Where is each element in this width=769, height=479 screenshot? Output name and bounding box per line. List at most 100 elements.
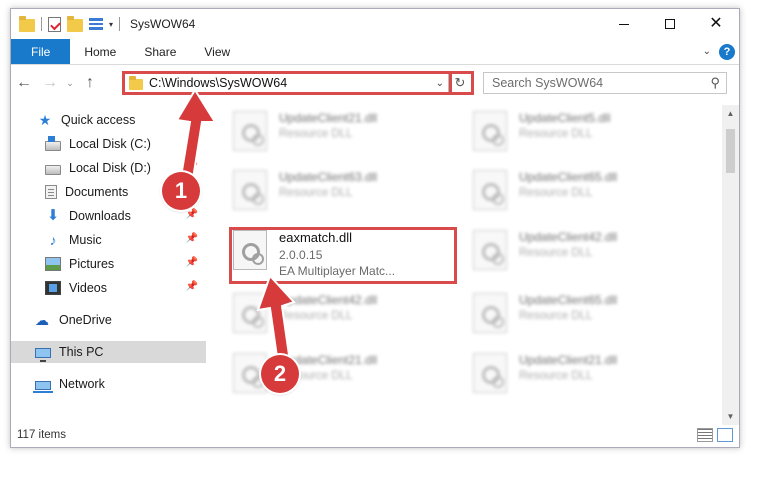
- maximize-button[interactable]: [647, 9, 693, 39]
- sidebar-item-this-pc[interactable]: This PC: [11, 341, 206, 363]
- pin-icon[interactable]: 📌: [186, 257, 198, 268]
- toolbar-divider: [119, 17, 121, 31]
- file-tile[interactable]: UpdateClient42.dll Resource DLL: [473, 230, 617, 278]
- ribbon-right: ⌄ ?: [703, 39, 739, 64]
- sidebar-item-label: Network: [59, 377, 105, 391]
- up-button[interactable]: ↑: [77, 74, 103, 92]
- view-switcher: [697, 428, 739, 442]
- file-tile[interactable]: UpdateClient21.dll Resource DLL: [473, 353, 617, 401]
- arrow-2-icon: [256, 276, 296, 366]
- dll-file-icon: [473, 293, 507, 333]
- dll-file-icon: [473, 170, 507, 210]
- step-2-badge: 2: [261, 355, 299, 393]
- computer-icon: [35, 347, 51, 362]
- search-icon: ⚲: [710, 75, 720, 90]
- sidebar-item-network[interactable]: Network: [11, 373, 206, 395]
- search-placeholder[interactable]: Search SysWOW64: [492, 76, 603, 90]
- large-icons-view-icon[interactable]: [717, 428, 733, 442]
- recent-locations-button[interactable]: ⌄: [63, 78, 77, 89]
- drive-icon: [45, 135, 61, 151]
- expand-ribbon-icon[interactable]: ⌄: [703, 46, 711, 57]
- file-type: Resource DLL: [519, 370, 593, 382]
- dll-file-icon: [473, 353, 507, 393]
- dll-file-icon: [233, 111, 267, 151]
- file-type: Resource DLL: [519, 247, 593, 259]
- dll-file-icon: [233, 170, 267, 210]
- file-tile[interactable]: UpdateClient63.dll Resource DLL: [233, 170, 377, 218]
- file-tile[interactable]: UpdateClient21.dll Resource DLL: [233, 111, 377, 159]
- drive-icon: [45, 164, 61, 175]
- address-dropdown-icon[interactable]: ⌄: [432, 78, 448, 89]
- sidebar-item-label: Downloads: [69, 209, 131, 223]
- help-icon[interactable]: ?: [719, 43, 735, 60]
- minimize-icon: [619, 23, 629, 25]
- tab-share[interactable]: Share: [130, 39, 190, 64]
- search-box[interactable]: Search SysWOW64 ⚲: [483, 72, 727, 94]
- pin-icon[interactable]: 📌: [186, 233, 198, 244]
- file-type: Resource DLL: [519, 128, 593, 140]
- new-folder-icon[interactable]: [67, 15, 83, 32]
- sidebar-item-label: Local Disk (C:): [69, 137, 151, 151]
- scroll-up-icon[interactable]: ▲: [722, 105, 739, 122]
- close-button[interactable]: ✕: [693, 9, 739, 39]
- file-tile[interactable]: UpdateClient65.dll Resource DLL: [473, 293, 617, 341]
- sidebar-item-label: Videos: [69, 281, 107, 295]
- item-count: 117 items: [17, 429, 67, 441]
- file-type: Resource DLL: [519, 187, 593, 199]
- sidebar-item-label: Documents: [65, 185, 129, 199]
- sidebar-item-label: Local Disk (D:): [69, 161, 151, 175]
- sidebar-item-label: Music: [69, 233, 102, 247]
- quick-access-toolbar: ▾: [11, 9, 121, 39]
- sidebar-item-label: Quick access: [61, 113, 136, 127]
- forward-button[interactable]: →: [37, 74, 63, 92]
- network-icon: [33, 380, 53, 393]
- pin-icon[interactable]: 📌: [186, 281, 198, 292]
- details-view-icon[interactable]: [697, 428, 713, 442]
- address-path[interactable]: C:\Windows\SysWOW64: [149, 76, 432, 90]
- download-icon: ⬇: [46, 207, 60, 224]
- file-name: UpdateClient65.dll: [519, 293, 618, 307]
- file-name: UpdateClient65.dll: [519, 170, 618, 184]
- sidebar-item-label: Pictures: [69, 257, 115, 271]
- minimize-button[interactable]: [601, 9, 647, 39]
- file-name: UpdateClient63.dll: [279, 170, 378, 184]
- file-name: UpdateClient42.dll: [519, 230, 618, 244]
- folder-icon: [129, 75, 143, 90]
- scroll-thumb[interactable]: [726, 129, 735, 173]
- tab-home[interactable]: Home: [70, 39, 130, 64]
- ribbon-tabs: File Home Share View ⌄ ?: [11, 39, 739, 65]
- window-title: SysWOW64: [130, 17, 196, 31]
- pin-icon[interactable]: 📌: [186, 209, 198, 220]
- tab-view[interactable]: View: [190, 39, 244, 64]
- folder-icon: [19, 15, 35, 32]
- step-1-badge: 1: [162, 172, 200, 210]
- file-tile[interactable]: UpdateClient5.dll Resource DLL: [473, 111, 610, 159]
- tab-file[interactable]: File: [11, 39, 71, 64]
- documents-icon: [45, 185, 57, 199]
- refresh-highlight: [449, 71, 474, 95]
- file-name: UpdateClient5.dll: [519, 111, 611, 125]
- file-type: Resource DLL: [519, 310, 593, 322]
- back-button[interactable]: ←: [11, 74, 37, 92]
- pictures-icon: [45, 257, 61, 271]
- toolbar-divider: [41, 17, 42, 31]
- close-icon: ✕: [709, 15, 723, 32]
- maximize-icon: [665, 19, 675, 29]
- qat-dropdown-icon[interactable]: ▾: [109, 20, 113, 29]
- sidebar-item-pictures[interactable]: Pictures 📌: [11, 253, 206, 275]
- title-bar: ▾ SysWOW64 ✕: [11, 9, 739, 39]
- dll-file-icon: [473, 230, 507, 270]
- status-bar: 117 items: [11, 423, 739, 447]
- properties-icon[interactable]: [48, 16, 61, 32]
- sidebar-item-videos[interactable]: Videos 📌: [11, 277, 206, 299]
- navigation-bar: ← → ⌄ ↑ C:\Windows\SysWOW64 ⌄ ↻ Search S…: [11, 69, 739, 97]
- view-icon[interactable]: [89, 18, 103, 30]
- star-icon: ★: [38, 112, 52, 128]
- sidebar-item-onedrive[interactable]: ☁ OneDrive: [11, 309, 206, 331]
- vertical-scrollbar[interactable]: ▲ ▼: [722, 105, 739, 425]
- sidebar-item-music[interactable]: ♪ Music 📌: [11, 229, 206, 251]
- dll-file-icon: [473, 111, 507, 151]
- file-type: Resource DLL: [279, 128, 353, 140]
- sidebar-item-label: OneDrive: [59, 313, 112, 327]
- file-tile[interactable]: UpdateClient65.dll Resource DLL: [473, 170, 617, 218]
